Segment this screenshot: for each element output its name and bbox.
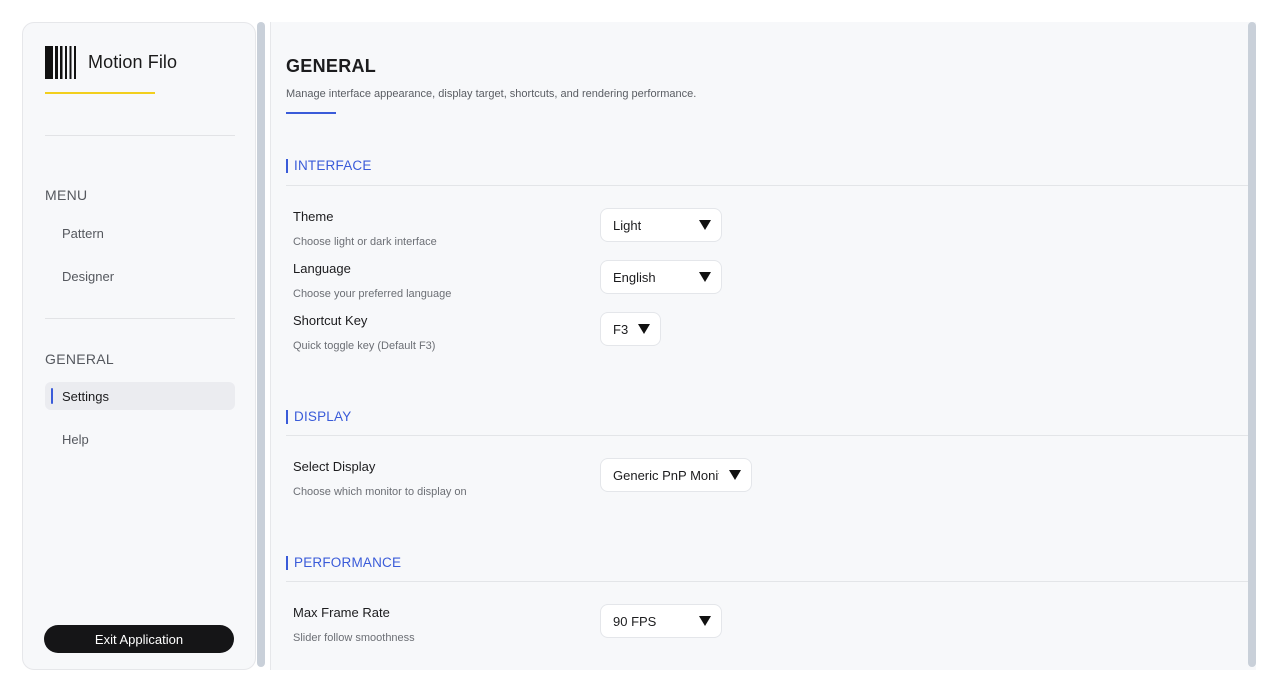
sidebar-item-pattern[interactable]: Pattern (45, 219, 235, 247)
group-divider (286, 581, 1249, 582)
logo: Motion Filo (45, 45, 177, 79)
sidebar-item-label: Designer (62, 268, 115, 284)
caret-down-icon (638, 324, 650, 334)
caret-down-icon (699, 616, 711, 626)
main-scrollbar[interactable] (1248, 22, 1256, 667)
display-group-header: DISPLAY (286, 409, 351, 424)
theme-select[interactable]: Light (600, 208, 722, 242)
frame-rate-select[interactable]: 90 FPS (600, 604, 722, 638)
sidebar-divider (45, 135, 235, 136)
performance-group-header: PERFORMANCE (286, 555, 401, 570)
language-select[interactable]: English (600, 260, 722, 294)
group-divider (286, 435, 1249, 436)
group-divider (286, 185, 1249, 186)
app-name: Motion Filo (88, 51, 178, 72)
sidebar: Motion Filo MENU Pattern Designer GENERA… (22, 22, 256, 670)
sidebar-item-label: Pattern (62, 225, 104, 241)
caret-down-icon (699, 272, 711, 282)
sidebar-scrollbar[interactable] (257, 22, 265, 667)
shortcut-key-select[interactable]: F3 (600, 312, 661, 346)
logo-underline (45, 92, 155, 94)
max-frame-rate-setting-description: Slider follow smoothness (293, 632, 415, 644)
shortcut-key-setting-description: Quick toggle key (Default F3) (293, 340, 436, 352)
settings-panel: GENERAL Manage interface appearance, dis… (270, 22, 1256, 670)
display-select-value: Generic PnP Monitor (613, 467, 719, 483)
sidebar-item-help[interactable]: Help (45, 425, 235, 453)
theme-setting-description: Choose light or dark interface (293, 236, 437, 248)
app-window: Motion Filo MENU Pattern Designer GENERA… (0, 0, 1280, 693)
sidebar-item-label: Settings (62, 388, 109, 404)
select-display-setting-name: Select Display (293, 459, 376, 474)
max-frame-rate-setting-name: Max Frame Rate (293, 605, 390, 620)
theme-select-value: Light (613, 217, 642, 233)
sidebar-divider (45, 318, 235, 319)
page-subtitle: Manage interface appearance, display tar… (286, 88, 697, 100)
caret-down-icon (729, 470, 741, 480)
language-setting-name: Language (293, 261, 351, 276)
sidebar-item-settings[interactable]: Settings (45, 382, 235, 410)
exit-application-button[interactable]: Exit Application (44, 625, 234, 653)
sidebar-item-label: Help (62, 431, 89, 447)
barcode-logo-icon (45, 45, 76, 79)
frame-rate-select-value: 90 FPS (613, 613, 657, 629)
interface-group-header: INTERFACE (286, 158, 372, 173)
title-underline (286, 112, 336, 114)
sidebar-item-designer[interactable]: Designer (45, 262, 235, 290)
language-setting-description: Choose your preferred language (293, 288, 452, 300)
menu-section-label: MENU (45, 187, 88, 203)
display-select[interactable]: Generic PnP Monitor (600, 458, 752, 492)
page-title: GENERAL (286, 56, 377, 76)
shortcut-key-select-value: F3 (613, 321, 629, 337)
shortcut-key-setting-name: Shortcut Key (293, 313, 368, 328)
general-section-label: GENERAL (45, 351, 115, 367)
select-display-setting-description: Choose which monitor to display on (293, 486, 467, 498)
caret-down-icon (699, 220, 711, 230)
theme-setting-name: Theme (293, 209, 334, 224)
language-select-value: English (613, 269, 656, 285)
